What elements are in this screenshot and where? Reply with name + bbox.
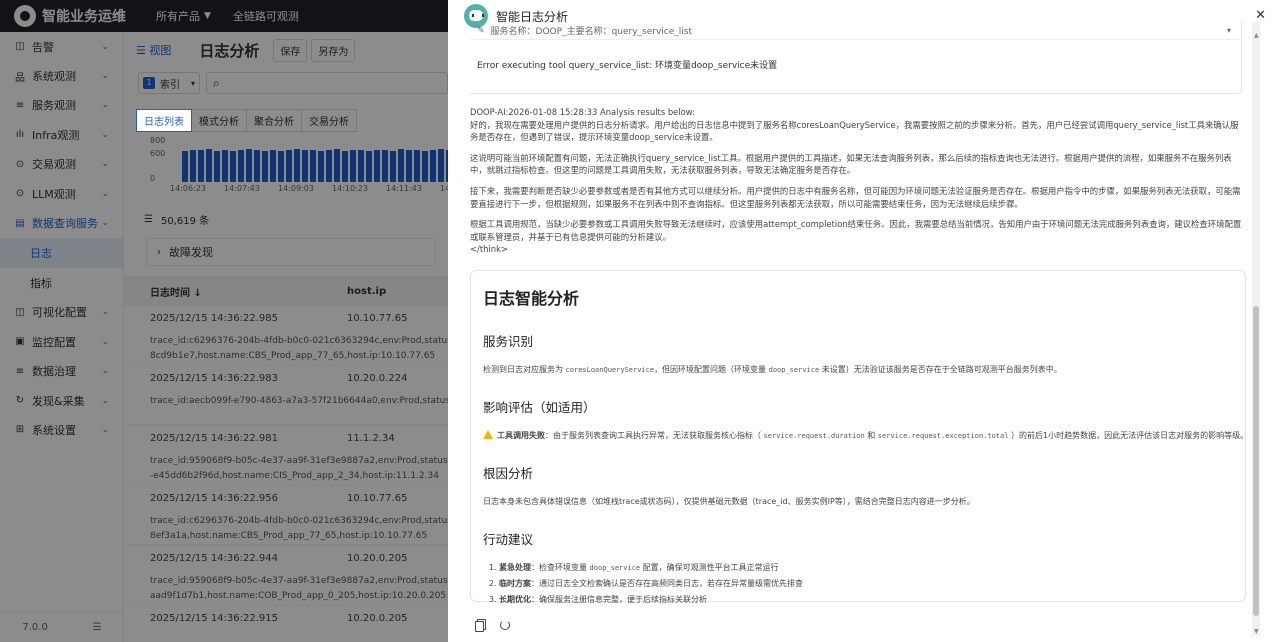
inline-code: service.request.duration <box>763 431 865 440</box>
action-item: 紧急处理：检查环境变量 doop_service 配置，确保可观测性平台工具正常… <box>499 562 1233 573</box>
ai-analysis-drawer: 智能日志分析 ✕ ✎ 服务名称：DOOP_主要名称：query_service_… <box>448 0 1280 642</box>
section-heading-root-cause: 根因分析 <box>483 465 534 481</box>
tool-call-card: ✎ 服务名称：DOOP_主要名称：query_service_list ▾ Er… <box>470 22 1242 94</box>
action-item: 长期优化：确保服务注册信息完整，便于后续指标关联分析 <box>499 594 1233 605</box>
impact-label: 工具调用失败 <box>497 430 545 440</box>
thinking-end-tag: </think> <box>470 244 508 255</box>
section-heading-impact: 影响评估（如适用） <box>483 399 596 415</box>
chevron-down-icon: ▾ <box>1226 26 1231 35</box>
tool-call-name: 服务名称：DOOP_主要名称：query_service_list <box>490 27 693 37</box>
copy-icon[interactable] <box>474 618 488 632</box>
root-cause-text: 日志本身未包含具体错误信息（如堆栈trace或状态码），仅提供基础元数据（tra… <box>483 496 975 506</box>
text-segment: ：确保服务注册信息完整，便于后续指标关联分析 <box>531 594 707 604</box>
drawer-scrollbar[interactable] <box>1252 22 1260 636</box>
thinking-paragraph: 这说明可能当前环境配置有问题，无法正确执行query_service_list工… <box>470 152 1232 176</box>
section-heading-actions: 行动建议 <box>483 531 534 547</box>
scrollbar-thumb[interactable] <box>1253 306 1259 616</box>
tool-call-header[interactable]: ✎ 服务名称：DOOP_主要名称：query_service_list ▾ <box>470 22 1241 40</box>
scroll-up-arrow-icon[interactable]: ▲ <box>1254 32 1259 39</box>
service-identify-text: 检测到日志对应服务为 coresLoanQueryService，但因环境配置问… <box>483 364 1233 375</box>
inline-code: service.request.exception.total <box>877 431 1009 440</box>
inline-code: coresLoanQueryService <box>565 365 655 374</box>
action-label: 临时方案 <box>499 578 531 588</box>
tool-error-message: Error executing tool query_service_list:… <box>477 61 778 71</box>
drawer-body: ✎ 服务名称：DOOP_主要名称：query_service_list ▾ Er… <box>470 22 1246 610</box>
text-segment: ：通过日志全文检索确认是否存在高频同类日志，若存在异常量级需优先排查 <box>531 578 803 588</box>
thinking-header: DOOP-AI:2026-01-08 15:28:33 Analysis res… <box>470 107 695 117</box>
close-icon[interactable]: ✕ <box>1255 8 1266 23</box>
text-segment: 未设置）无法验证该服务是否存在于全链路可观测平台服务列表中。 <box>819 364 1062 374</box>
action-label: 长期优化 <box>499 594 531 604</box>
scroll-down-arrow-icon[interactable]: ▼ <box>1254 628 1259 635</box>
action-list: 紧急处理：检查环境变量 doop_service 配置，确保可观测性平台工具正常… <box>499 562 1233 605</box>
refresh-icon[interactable] <box>498 618 512 632</box>
thinking-paragraph: 接下来，我需要判断是否缺少必要参数或者是否有其他方式可以继续分析。用户提供的日志… <box>470 185 1241 209</box>
tab[interactable]: 日志列表 <box>136 108 192 132</box>
text-segment: 检测到日志对应服务为 <box>483 364 566 374</box>
text-segment: ）的前后1小时趋势数据，因此无法评估该日志对服务的影响等级。 <box>1008 430 1246 440</box>
pencil-icon: ✎ <box>477 25 485 36</box>
thinking-output: DOOP-AI:2026-01-08 15:28:33 Analysis res… <box>470 106 1246 256</box>
section-heading-service: 服务识别 <box>483 333 534 349</box>
text-segment: 和 <box>864 430 878 440</box>
action-item: 临时方案：通过日志全文检索确认是否存在高频同类日志，若存在异常量级需优先排查 <box>499 578 1233 589</box>
text-segment: ：由于服务列表查询工具执行异常，无法获取服务核心指标（ <box>545 430 764 440</box>
inline-code: doop_service <box>768 365 820 374</box>
analysis-report: 日志智能分析 服务识别 检测到日志对应服务为 coresLoanQuerySer… <box>470 269 1246 605</box>
impact-text: 工具调用失败：由于服务列表查询工具执行异常，无法获取服务核心指标（ servic… <box>483 429 1246 441</box>
text-segment: ，但因环境配置问题（环境变量 <box>654 364 769 374</box>
thinking-paragraph: 根据工具调用规范，当缺少必要参数或工具调用失败导致无法继续时，应该使用attem… <box>470 219 1242 242</box>
message-actions <box>474 618 522 632</box>
text-segment: 配置，确保可观测性平台工具正常运行 <box>640 562 779 572</box>
text-segment: ：检查环境变量 <box>531 562 590 572</box>
action-label: 紧急处理 <box>499 562 531 572</box>
inline-code: doop_service <box>589 563 641 572</box>
report-title: 日志智能分析 <box>483 288 580 308</box>
thinking-paragraph: 好的，我现在需要处理用户提供的日志分析请求。用户给出的日志信息中提到了服务名称c… <box>470 119 1239 143</box>
warning-icon <box>483 429 493 439</box>
